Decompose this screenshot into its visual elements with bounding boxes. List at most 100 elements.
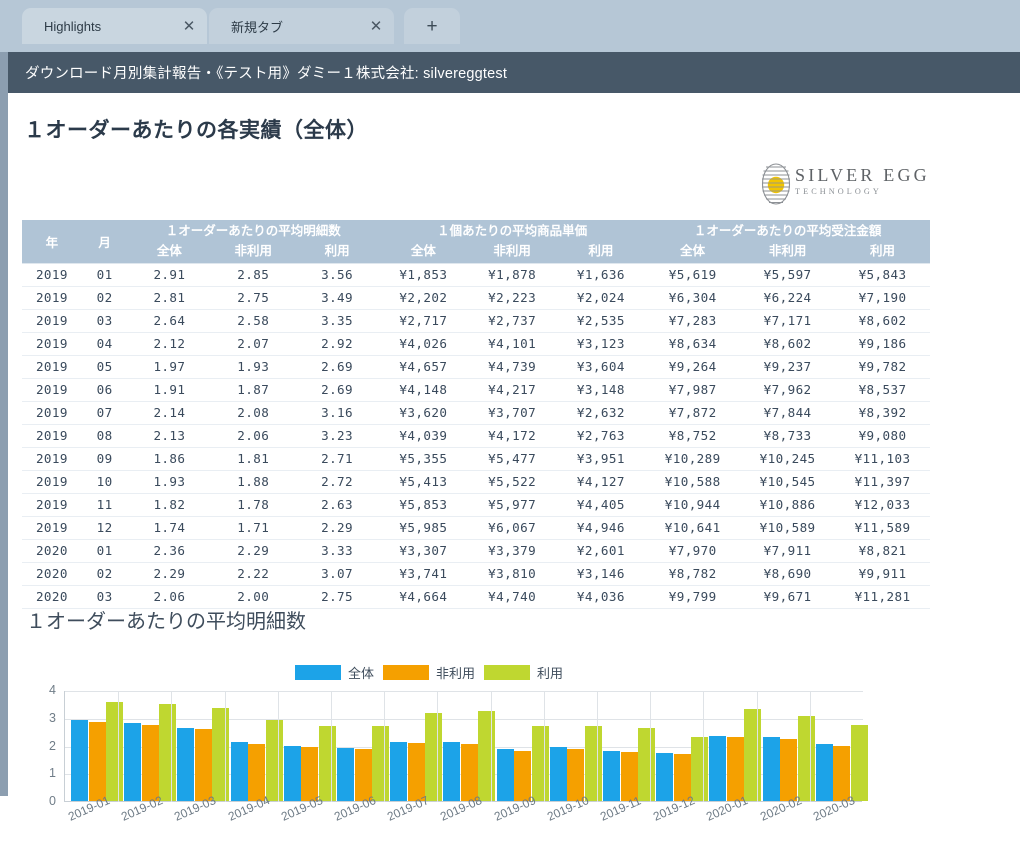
chart-bar[interactable] xyxy=(124,723,142,801)
table-cell: ¥11,103 xyxy=(835,447,930,471)
table-cell: 2.13 xyxy=(127,424,212,448)
chart-bar[interactable] xyxy=(496,749,514,801)
chart-bar[interactable] xyxy=(194,729,212,801)
table-cell: 2.29 xyxy=(295,516,379,540)
table-cell: ¥10,545 xyxy=(740,470,836,494)
table-cell: 2.36 xyxy=(127,539,212,563)
browser-tab-label: Highlights xyxy=(44,18,102,34)
y-axis-tick-label: 3 xyxy=(49,710,56,725)
table-cell: 1.93 xyxy=(211,355,296,379)
table-cell: 2019 xyxy=(22,378,82,402)
sidebar-rail xyxy=(0,52,8,796)
chart-bar[interactable] xyxy=(248,743,266,801)
table-cell: ¥9,782 xyxy=(835,355,930,379)
chart-bar-group xyxy=(171,690,230,801)
subheader-price-user: 利用 xyxy=(556,239,646,263)
subheader-price-total: 全体 xyxy=(378,239,468,263)
table-group-header-row: 年 月 １オーダーあたりの平均明細数 １個あたりの平均商品単価 １オーダーあたり… xyxy=(22,220,930,263)
table-cell: 2.12 xyxy=(127,332,212,356)
browser-tab-highlights[interactable]: Highlights ✕ xyxy=(22,8,207,44)
table-cell: ¥5,597 xyxy=(740,262,836,287)
table-cell: 2019 xyxy=(22,262,82,287)
table-cell: 2020 xyxy=(22,539,82,563)
chart-bar[interactable] xyxy=(603,750,620,801)
table-header: 年 月 １オーダーあたりの平均明細数 １個あたりの平均商品単価 １オーダーあたり… xyxy=(22,220,930,263)
table-cell: ¥4,127 xyxy=(556,470,646,494)
table-row: 2019 11 1.82 1.78 2.63 ¥5,853 ¥5,977 ¥4,405 ¥10,… xyxy=(22,493,930,517)
table-cell: 2.64 xyxy=(127,309,212,333)
chart-plot-area xyxy=(64,690,868,802)
close-icon[interactable]: ✕ xyxy=(179,16,199,36)
table-cell: 3.23 xyxy=(295,424,379,448)
table-cell: 2.72 xyxy=(295,470,379,494)
table-cell: 01 xyxy=(81,262,128,287)
table-cell: ¥4,172 xyxy=(467,424,557,448)
chart-bar[interactable] xyxy=(88,721,106,801)
chart-bar[interactable] xyxy=(443,741,461,801)
chart-bar[interactable] xyxy=(407,743,425,801)
table-cell: 1.71 xyxy=(211,516,296,540)
legend-item[interactable]: 非利用 xyxy=(383,663,475,682)
table-cell: 2019 xyxy=(22,424,82,448)
table-cell: ¥11,281 xyxy=(835,585,930,609)
chart-bar[interactable] xyxy=(709,735,727,801)
table-cell: ¥4,739 xyxy=(467,355,557,379)
table-cell: ¥2,763 xyxy=(556,424,646,448)
new-tab-button[interactable]: + xyxy=(404,8,460,44)
table-cell: ¥10,641 xyxy=(645,516,741,540)
table-cell: ¥5,413 xyxy=(378,470,468,494)
close-icon[interactable]: ✕ xyxy=(366,16,386,36)
page-title: １オーダーあたりの各実績（全体） xyxy=(24,119,368,142)
table-cell: ¥5,853 xyxy=(378,493,468,517)
browser-tab-new[interactable]: 新規タブ ✕ xyxy=(209,8,394,44)
table-cell: 12 xyxy=(81,516,128,540)
chart-bar[interactable] xyxy=(460,743,478,801)
table-cell: ¥6,224 xyxy=(740,286,836,310)
chart-bar[interactable] xyxy=(780,739,798,801)
legend-item[interactable]: 全体 xyxy=(295,663,374,682)
table-cell: ¥9,264 xyxy=(645,355,741,379)
table-cell: ¥8,634 xyxy=(645,332,741,356)
legend-item[interactable]: 利用 xyxy=(484,663,563,682)
table-row: 2019 09 1.86 1.81 2.71 ¥5,355 ¥5,477 ¥3,951 ¥10,… xyxy=(22,447,930,471)
chart-bar-group xyxy=(757,690,815,801)
table-cell: ¥3,379 xyxy=(467,539,557,563)
subheader-items-nonuser: 非利用 xyxy=(211,239,296,263)
table-cell: ¥2,632 xyxy=(556,401,646,425)
chart-bar[interactable] xyxy=(390,741,408,801)
chart-bar[interactable] xyxy=(567,748,585,801)
table-cell: 1.74 xyxy=(127,516,212,540)
chart-bar[interactable] xyxy=(141,724,159,801)
table-cell: ¥2,202 xyxy=(378,286,468,310)
chart-bar[interactable] xyxy=(549,747,567,801)
table-cell: 1.88 xyxy=(211,470,296,494)
table-cell: ¥7,987 xyxy=(645,378,741,402)
table-row: 2020 02 2.29 2.22 3.07 ¥3,741 ¥3,810 ¥3,146 ¥8,7… xyxy=(22,562,930,586)
chart-bar[interactable] xyxy=(762,737,780,801)
table-cell: ¥5,522 xyxy=(467,470,557,494)
table-cell: 2.06 xyxy=(211,424,296,448)
chart-bar[interactable] xyxy=(283,746,301,801)
chart-bar[interactable] xyxy=(71,720,88,801)
chart-bar[interactable] xyxy=(337,748,354,801)
table-cell: 2.91 xyxy=(127,262,212,287)
table-cell: ¥11,397 xyxy=(835,470,930,494)
logo-subtitle: TECHNOLOGY xyxy=(795,187,882,196)
chart-bar[interactable] xyxy=(301,747,319,801)
chart-bar[interactable] xyxy=(833,745,851,801)
chart-bar[interactable] xyxy=(850,724,868,801)
chart-bar-group xyxy=(118,690,177,801)
table-cell: ¥3,810 xyxy=(467,562,557,586)
table-row: 2019 01 2.91 2.85 3.56 ¥1,853 ¥1,878 ¥1,636 ¥5,6… xyxy=(22,262,930,287)
table-cell: ¥2,737 xyxy=(467,309,557,333)
table-cell: 3.07 xyxy=(295,562,379,586)
column-group-avg-order-amount: １オーダーあたりの平均受注金額 xyxy=(645,220,930,239)
chart-bar[interactable] xyxy=(656,752,674,801)
chart-bar[interactable] xyxy=(815,743,833,801)
chart-bar[interactable] xyxy=(726,737,744,801)
chart-bar[interactable] xyxy=(230,742,248,801)
chart-bar[interactable] xyxy=(177,727,195,801)
column-group-avg-unit-price: １個あたりの平均商品単価 xyxy=(378,220,646,239)
chart-bar-group xyxy=(544,690,602,801)
table-cell: 2019 xyxy=(22,493,82,517)
